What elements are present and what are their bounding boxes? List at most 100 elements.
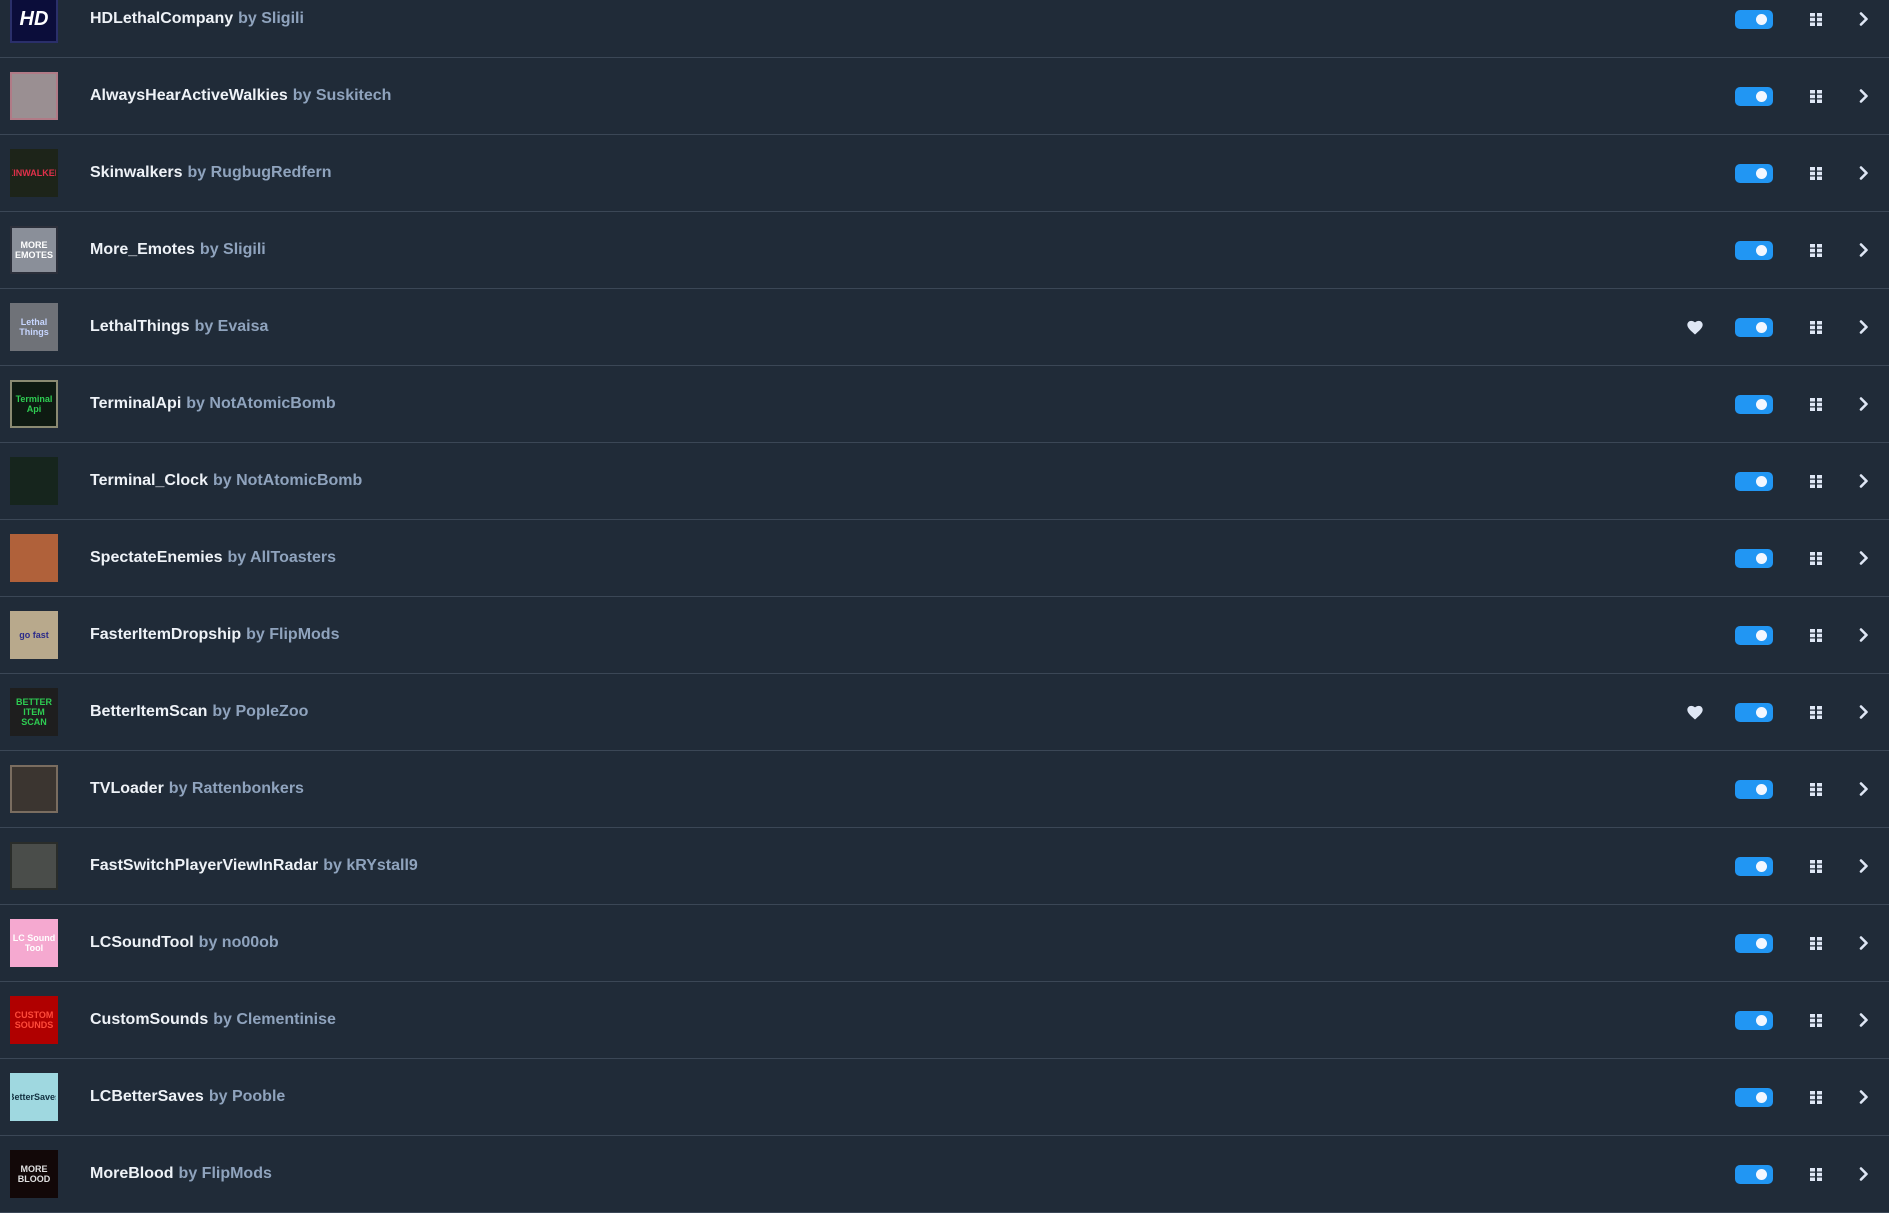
mod-thumbnail: Lethal Things (10, 303, 58, 351)
enable-toggle[interactable] (1735, 164, 1773, 183)
drag-handle-icon[interactable] (1810, 860, 1822, 873)
mod-title: SpectateEnemies by AllToasters (90, 520, 336, 596)
mod-thumbnail-label: HD (19, 8, 49, 30)
enable-toggle[interactable] (1735, 1011, 1773, 1030)
mod-author: by NotAtomicBomb (212, 472, 363, 489)
mod-controls (1649, 1059, 1889, 1135)
drag-handle-icon[interactable] (1810, 706, 1822, 719)
enable-toggle[interactable] (1735, 1088, 1773, 1107)
enable-toggle[interactable] (1735, 549, 1773, 568)
enable-toggle[interactable] (1735, 395, 1773, 414)
chevron-right-icon[interactable] (1859, 89, 1869, 103)
mod-row[interactable]: BetterSaves LCBetterSaves by Pooble (0, 1059, 1889, 1136)
mod-controls (1649, 905, 1889, 981)
drag-handle-icon[interactable] (1810, 475, 1822, 488)
mod-row[interactable]: SpectateEnemies by AllToasters (0, 520, 1889, 597)
toggle-knob (1756, 168, 1767, 179)
enable-toggle[interactable] (1735, 87, 1773, 106)
mod-row[interactable]: Terminal Api TerminalApi by NotAtomicBom… (0, 366, 1889, 443)
drag-handle-icon[interactable] (1810, 783, 1822, 796)
mod-row[interactable]: Lethal Things LethalThings by Evaisa (0, 289, 1889, 366)
mod-controls (1649, 520, 1889, 596)
mod-row[interactable]: MORE BLOOD MoreBlood by FlipMods (0, 1136, 1889, 1213)
chevron-right-icon[interactable] (1859, 1013, 1869, 1027)
mod-controls (1649, 0, 1889, 57)
chevron-right-icon[interactable] (1859, 12, 1869, 26)
mod-author: by Sligili (199, 241, 266, 258)
chevron-right-icon[interactable] (1859, 782, 1869, 796)
mod-author: by PopleZoo (212, 703, 309, 720)
drag-handle-icon[interactable] (1810, 90, 1822, 103)
chevron-right-icon[interactable] (1859, 320, 1869, 334)
mod-name: MoreBlood (90, 1165, 174, 1182)
drag-handle-icon[interactable] (1810, 167, 1822, 180)
mod-controls (1649, 58, 1889, 134)
mod-title: LethalThings by Evaisa (90, 289, 268, 365)
drag-handle-icon[interactable] (1810, 321, 1822, 334)
chevron-right-icon[interactable] (1859, 705, 1869, 719)
enable-toggle[interactable] (1735, 934, 1773, 953)
mod-author: by Suskitech (292, 87, 392, 104)
enable-toggle[interactable] (1735, 780, 1773, 799)
drag-handle-icon[interactable] (1810, 244, 1822, 257)
mod-controls (1649, 289, 1889, 365)
mod-title: FastSwitchPlayerViewInRadar by kRYstall9 (90, 828, 418, 904)
chevron-right-icon[interactable] (1859, 243, 1869, 257)
mod-row[interactable]: LC Sound Tool LCSoundTool by no00ob (0, 905, 1889, 982)
toggle-knob (1756, 1169, 1767, 1180)
mod-title: More_Emotes by Sligili (90, 212, 266, 288)
mod-row[interactable]: BETTER ITEM SCAN BetterItemScan by Pople… (0, 674, 1889, 751)
chevron-right-icon[interactable] (1859, 1090, 1869, 1104)
chevron-right-icon[interactable] (1859, 166, 1869, 180)
mod-row[interactable]: AlwaysHearActiveWalkies by Suskitech (0, 58, 1889, 135)
mod-name: LCBetterSaves (90, 1088, 204, 1105)
drag-handle-icon[interactable] (1810, 1091, 1822, 1104)
chevron-right-icon[interactable] (1859, 628, 1869, 642)
enable-toggle[interactable] (1735, 318, 1773, 337)
drag-handle-icon[interactable] (1810, 13, 1822, 26)
drag-handle-icon[interactable] (1810, 937, 1822, 950)
mod-thumbnail (10, 534, 58, 582)
mod-thumbnail (10, 765, 58, 813)
chevron-right-icon[interactable] (1859, 936, 1869, 950)
mod-thumbnail: go fast (10, 611, 58, 659)
mod-row[interactable]: Terminal_Clock by NotAtomicBomb (0, 443, 1889, 520)
enable-toggle[interactable] (1735, 241, 1773, 260)
mod-row[interactable]: FastSwitchPlayerViewInRadar by kRYstall9 (0, 828, 1889, 905)
enable-toggle[interactable] (1735, 1165, 1773, 1184)
chevron-right-icon[interactable] (1859, 474, 1869, 488)
chevron-right-icon[interactable] (1859, 1167, 1869, 1181)
mod-row[interactable]: HD HDLethalCompany by Sligili (0, 0, 1889, 58)
mod-author: by Clementinise (213, 1011, 336, 1028)
heart-icon[interactable] (1687, 705, 1703, 720)
drag-handle-icon[interactable] (1810, 1168, 1822, 1181)
heart-icon[interactable] (1687, 320, 1703, 335)
chevron-right-icon[interactable] (1859, 551, 1869, 565)
enable-toggle[interactable] (1735, 857, 1773, 876)
chevron-right-icon[interactable] (1859, 397, 1869, 411)
mod-title: AlwaysHearActiveWalkies by Suskitech (90, 58, 391, 134)
mod-controls (1649, 982, 1889, 1058)
mod-controls (1649, 597, 1889, 673)
mod-row[interactable]: MORE EMOTES More_Emotes by Sligili (0, 212, 1889, 289)
drag-handle-icon[interactable] (1810, 1014, 1822, 1027)
enable-toggle[interactable] (1735, 703, 1773, 722)
drag-handle-icon[interactable] (1810, 552, 1822, 565)
mod-row[interactable]: CUSTOM SOUNDS CustomSounds by Clementini… (0, 982, 1889, 1059)
enable-toggle[interactable] (1735, 472, 1773, 491)
mod-thumbnail (10, 457, 58, 505)
mod-controls (1649, 751, 1889, 827)
drag-handle-icon[interactable] (1810, 629, 1822, 642)
enable-toggle[interactable] (1735, 10, 1773, 29)
mod-row[interactable]: go fast FasterItemDropship by FlipMods (0, 597, 1889, 674)
mod-row[interactable]: SKINWALKERS Skinwalkers by RugbugRedfern (0, 135, 1889, 212)
drag-handle-icon[interactable] (1810, 398, 1822, 411)
chevron-right-icon[interactable] (1859, 859, 1869, 873)
mod-title: LCBetterSaves by Pooble (90, 1059, 285, 1135)
toggle-knob (1756, 1015, 1767, 1026)
enable-toggle[interactable] (1735, 626, 1773, 645)
mod-row[interactable]: TVLoader by Rattenbonkers (0, 751, 1889, 828)
toggle-knob (1756, 245, 1767, 256)
mod-controls (1649, 366, 1889, 442)
mod-title: TerminalApi by NotAtomicBomb (90, 366, 336, 442)
